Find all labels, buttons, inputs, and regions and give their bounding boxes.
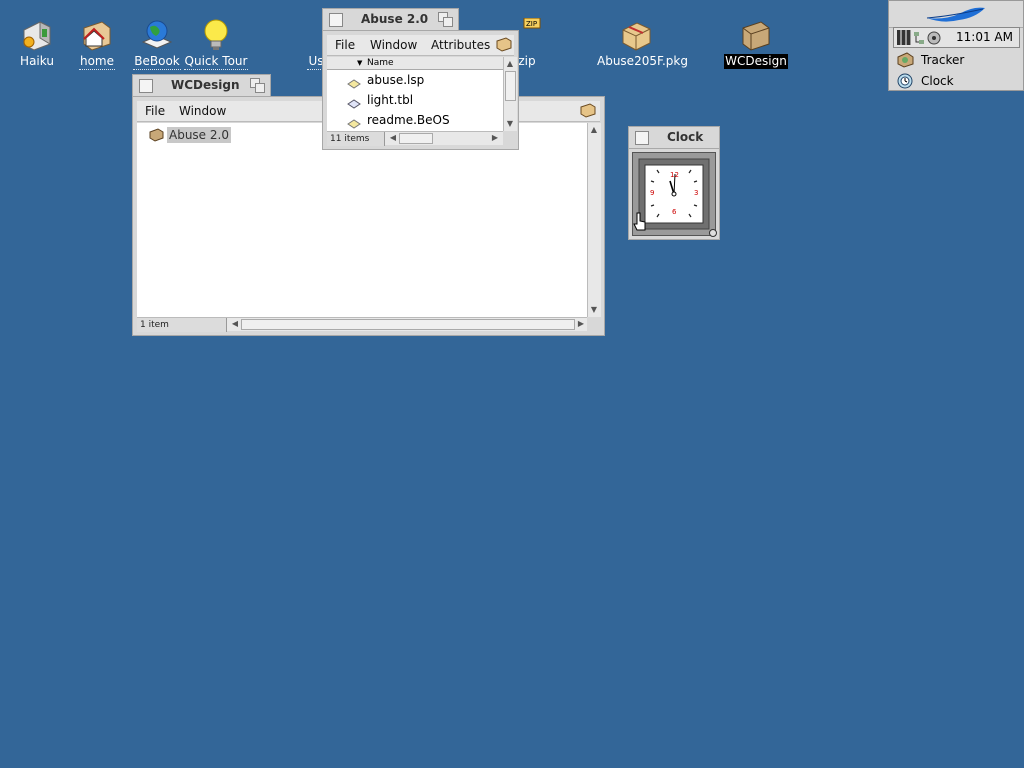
- scroll-thumb[interactable]: [399, 133, 433, 144]
- clock-number-6: 6: [672, 208, 677, 216]
- folder-icon: [739, 18, 773, 52]
- column-header-label: Name: [367, 58, 394, 68]
- deskbar-item-label: Tracker: [921, 53, 965, 67]
- desktop-icon-label: Quick Tour: [183, 54, 249, 70]
- home-folder-icon: [80, 18, 114, 52]
- horizontal-scrollbar[interactable]: 1 item ◀ ▶: [137, 317, 587, 332]
- cpu-monitor-icon[interactable]: [897, 30, 911, 45]
- sort-arrow-icon: ▼: [357, 59, 363, 67]
- window-tab[interactable]: WCDesign: [132, 74, 271, 96]
- package-icon: [619, 18, 653, 52]
- text-file-icon: [347, 115, 361, 129]
- item-count: 1 item: [137, 318, 227, 332]
- scroll-up-arrow[interactable]: ▲: [504, 58, 516, 70]
- deskbar: 11:01 AM Tracker Clock: [888, 0, 1024, 91]
- scroll-left-arrow[interactable]: ◀: [229, 318, 241, 330]
- desktop-icon-abuse-pkg[interactable]: Abuse205F.pkg: [596, 18, 688, 69]
- item-count: 11 items: [327, 132, 385, 146]
- desktop-icon-label: Abuse205F.pkg: [597, 54, 688, 68]
- desktop-icon-label: WCDesign: [724, 54, 788, 69]
- deskbar-item-clock[interactable]: Clock: [891, 71, 1021, 91]
- clock-number-9: 9: [650, 189, 655, 197]
- resize-handle-icon[interactable]: [709, 229, 717, 237]
- deskbar-item-label: Clock: [921, 74, 954, 88]
- scroll-right-arrow[interactable]: ▶: [489, 132, 501, 144]
- desktop-icon-label: zip: [518, 54, 536, 68]
- scroll-thumb[interactable]: [241, 319, 575, 330]
- scroll-down-arrow[interactable]: ▼: [588, 304, 600, 316]
- close-button[interactable]: [139, 79, 153, 93]
- list-item-name: abuse.lsp: [367, 73, 425, 87]
- menu-file[interactable]: File: [335, 38, 355, 52]
- list-item-name: Abuse 2.0: [167, 127, 231, 143]
- zoom-button[interactable]: [250, 78, 265, 93]
- leaf-menu-button[interactable]: [889, 1, 1023, 28]
- mouse-pointer-icon: [632, 212, 648, 235]
- clock-number-12: 12: [670, 171, 679, 179]
- data-file-icon: [347, 95, 361, 109]
- clock-number-3: 3: [694, 189, 699, 197]
- list-item-name: light.tbl: [367, 93, 414, 107]
- vertical-scrollbar[interactable]: ▲ ▼: [587, 123, 601, 317]
- file-list[interactable]: Abuse 2.0: [137, 123, 587, 317]
- window-title: Abuse 2.0: [361, 12, 429, 26]
- close-button[interactable]: [635, 131, 649, 145]
- window-tab[interactable]: Clock: [628, 126, 720, 148]
- window-title: WCDesign: [171, 78, 240, 92]
- desktop-icon-label: BeBook: [133, 54, 181, 70]
- haiku-volume-icon: [20, 18, 54, 52]
- scroll-up-arrow[interactable]: ▲: [588, 124, 600, 136]
- clock-app-icon: [897, 73, 913, 95]
- window-title: Clock: [667, 130, 704, 144]
- menu-file[interactable]: File: [145, 104, 165, 118]
- folder-icon[interactable]: [496, 37, 512, 55]
- haiku-leaf-icon: [925, 4, 987, 27]
- zoom-button[interactable]: [438, 12, 453, 27]
- vertical-scrollbar[interactable]: ▲ ▼: [503, 57, 517, 131]
- list-item-name: readme.BeOS: [367, 113, 450, 127]
- bebook-globe-icon: [140, 18, 174, 52]
- column-header-name[interactable]: ▼ Name: [327, 57, 503, 70]
- desktop-icon-quick-tour[interactable]: Quick Tour: [176, 18, 256, 70]
- media-server-icon[interactable]: [927, 30, 941, 46]
- svg-text:ZIP: ZIP: [526, 20, 537, 28]
- scroll-down-arrow[interactable]: ▼: [504, 118, 516, 130]
- system-tray: 11:01 AM: [893, 27, 1020, 48]
- scroll-left-arrow[interactable]: ◀: [387, 132, 399, 144]
- clock-time[interactable]: 11:01 AM: [956, 30, 1013, 44]
- file-list[interactable]: ▼ Name abuse.lsp light.tbl readme.BeOS: [327, 57, 503, 131]
- scroll-right-arrow[interactable]: ▶: [575, 318, 587, 330]
- desktop-icon-label: Haiku: [20, 54, 54, 68]
- horizontal-scrollbar[interactable]: 11 items ◀ ▶: [327, 131, 503, 146]
- lightbulb-icon: [199, 18, 233, 52]
- desktop-icon-wcdesign[interactable]: WCDesign: [716, 18, 796, 69]
- menu-attributes[interactable]: Attributes: [431, 38, 490, 52]
- menu-bar: File Window Attributes: [327, 35, 514, 56]
- folder-icon[interactable]: [580, 103, 596, 121]
- folder-icon: [149, 128, 164, 142]
- menu-window[interactable]: Window: [370, 38, 417, 52]
- menu-window[interactable]: Window: [179, 104, 226, 118]
- network-icon[interactable]: [913, 31, 925, 45]
- desktop-icon-label: home: [78, 54, 116, 70]
- close-button[interactable]: [329, 13, 343, 27]
- text-file-icon: [347, 75, 361, 89]
- window-frame: File Window Attributes ▼ Name abuse.lsp: [322, 30, 519, 150]
- deskbar-item-tracker[interactable]: Tracker: [891, 50, 1021, 70]
- window-tab[interactable]: Abuse 2.0: [322, 8, 459, 30]
- scroll-thumb[interactable]: [505, 71, 516, 101]
